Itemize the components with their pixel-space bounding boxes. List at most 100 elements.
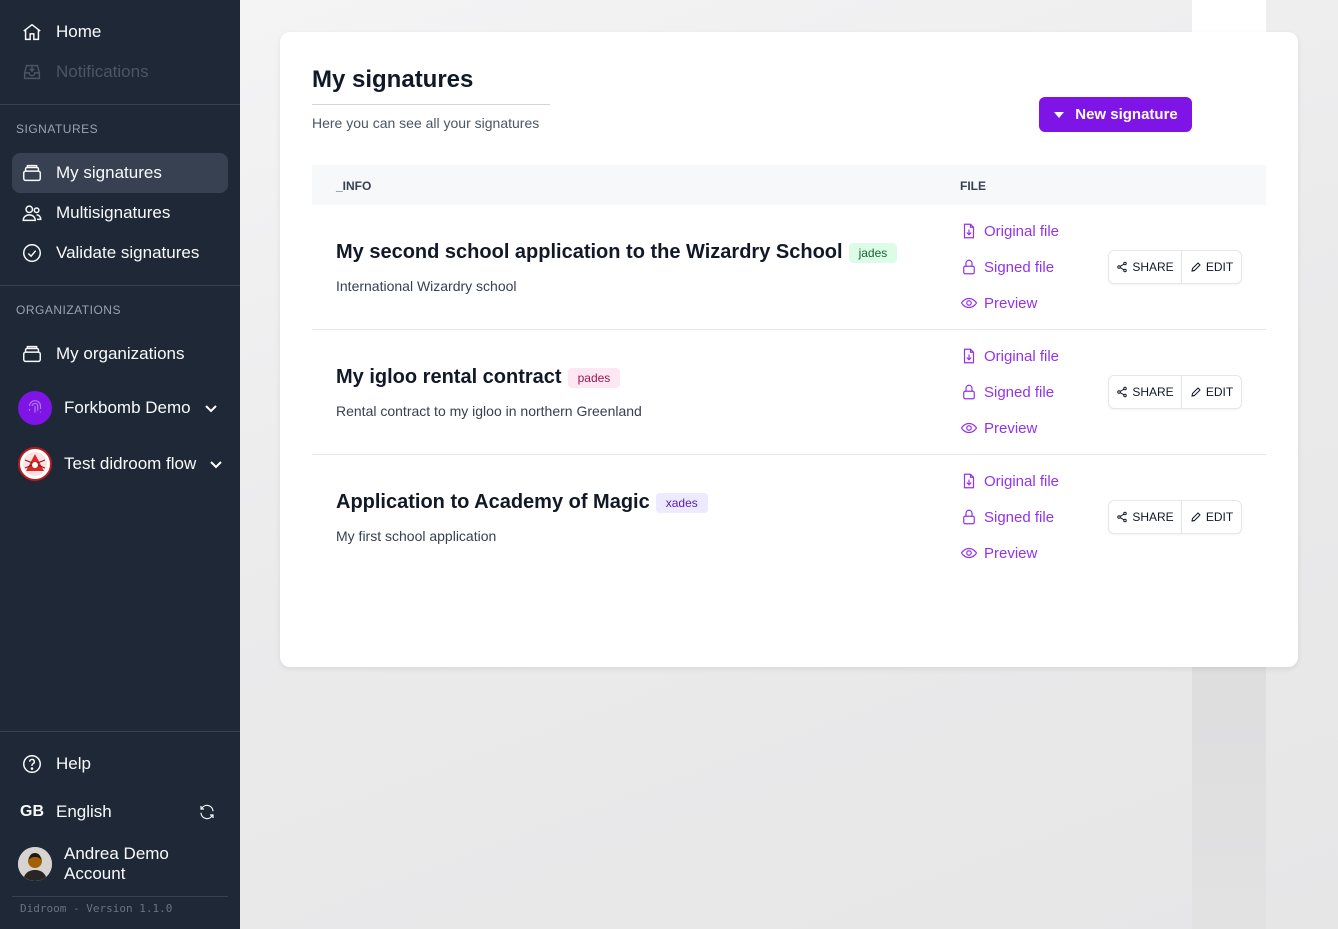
edit-button[interactable]: EDIT xyxy=(1182,501,1241,533)
sidebar-item-my-signatures[interactable]: My signatures xyxy=(12,153,228,193)
signed-file-label: Signed file xyxy=(984,258,1055,276)
table-row: My second school application to the Wiza… xyxy=(312,205,1266,330)
lock-icon xyxy=(963,259,975,275)
preview-link[interactable]: Preview xyxy=(960,544,1037,562)
table-row: My igloo rental contract pades Rental co… xyxy=(312,330,1266,455)
signature-description: Rental contract to my igloo in northern … xyxy=(336,403,642,419)
signed-file-label: Signed file xyxy=(984,383,1055,401)
sidebar-item-multisignatures[interactable]: Multisignatures xyxy=(12,193,228,233)
pencil-icon xyxy=(1191,262,1201,272)
chevron-down-icon[interactable] xyxy=(208,456,224,472)
signature-title-text: Application to Academy of Magic xyxy=(336,491,650,513)
signed-file-link[interactable]: Signed file xyxy=(960,383,1054,401)
signed-file-link[interactable]: Signed file xyxy=(960,508,1054,526)
new-signature-label: New signature xyxy=(1075,106,1178,123)
share-label: SHARE xyxy=(1132,510,1174,524)
sidebar-account[interactable]: Andrea Demo Account xyxy=(18,844,228,884)
new-signature-button[interactable]: New signature xyxy=(1039,97,1192,132)
row-actions: SHARE EDIT xyxy=(1108,500,1242,534)
org-label: Forkbomb Demo xyxy=(64,398,191,417)
sidebar-divider xyxy=(0,731,240,732)
signature-type-badge: xades xyxy=(655,492,708,513)
edit-button[interactable]: EDIT xyxy=(1182,376,1241,408)
chevron-down-icon[interactable] xyxy=(203,400,219,416)
sidebar: Home Notifications SIGNATURES My signatu… xyxy=(0,0,240,929)
original-file-label: Original file xyxy=(984,472,1060,490)
row-actions: SHARE EDIT xyxy=(1108,375,1242,409)
section-header-organizations: ORGANIZATIONS xyxy=(16,303,121,317)
eye-icon xyxy=(960,297,978,309)
check-circle-icon xyxy=(12,233,52,273)
share-button[interactable]: SHARE xyxy=(1109,376,1182,408)
sidebar-divider xyxy=(0,104,240,105)
home-icon xyxy=(12,12,52,52)
original-file-link[interactable]: Original file xyxy=(960,222,1059,240)
sidebar-item-label: Validate signatures xyxy=(56,243,200,262)
sidebar-org-forkbomb-demo[interactable]: Forkbomb Demo xyxy=(18,388,228,428)
sidebar-org-test-didroom-flow[interactable]: Test didroom flow xyxy=(18,444,228,484)
account-name: Andrea Demo Account xyxy=(64,844,169,883)
share-icon xyxy=(1117,511,1128,523)
sidebar-item-help[interactable]: Help xyxy=(12,744,228,784)
language-label: English xyxy=(56,802,112,821)
avatar xyxy=(18,847,52,881)
share-label: SHARE xyxy=(1132,385,1174,399)
original-file-label: Original file xyxy=(984,222,1060,240)
page-title: My signatures xyxy=(312,66,474,93)
sidebar-item-label: My signatures xyxy=(56,163,162,182)
sidebar-item-notifications[interactable]: Notifications xyxy=(12,52,228,92)
column-header-info: _INFO xyxy=(336,179,372,193)
edit-button[interactable]: EDIT xyxy=(1182,251,1241,283)
original-file-link[interactable]: Original file xyxy=(960,472,1059,490)
signature-type-badge: pades xyxy=(567,367,621,388)
signed-file-link[interactable]: Signed file xyxy=(960,258,1054,276)
pencil-icon xyxy=(1191,512,1201,522)
share-icon xyxy=(1117,261,1128,273)
file-download-icon xyxy=(963,473,975,489)
sidebar-divider xyxy=(12,896,228,897)
share-button[interactable]: SHARE xyxy=(1109,251,1182,283)
inbox-icon xyxy=(12,52,52,92)
row-actions: SHARE EDIT xyxy=(1108,250,1242,284)
pencil-icon xyxy=(1191,387,1201,397)
preview-link[interactable]: Preview xyxy=(960,294,1037,312)
preview-label: Preview xyxy=(984,294,1038,312)
table-row: Application to Academy of Magic xades My… xyxy=(312,455,1266,580)
sidebar-item-my-organizations[interactable]: My organizations xyxy=(12,334,228,374)
fingerprint-icon xyxy=(18,391,52,425)
original-file-link[interactable]: Original file xyxy=(960,347,1059,365)
signature-title-text: My igloo rental contract xyxy=(336,366,562,388)
sidebar-divider xyxy=(0,285,240,286)
sidebar-item-home[interactable]: Home xyxy=(12,12,228,52)
section-header-signatures: SIGNATURES xyxy=(16,122,99,136)
sidebar-item-validate-signatures[interactable]: Validate signatures xyxy=(12,233,228,273)
version-label: Didroom - Version 1.1.0 xyxy=(20,902,173,915)
column-header-file: FILE xyxy=(960,179,986,193)
edit-label: EDIT xyxy=(1205,385,1234,399)
org-logo-icon xyxy=(18,447,52,481)
eye-icon xyxy=(960,422,978,434)
refresh-icon[interactable] xyxy=(198,803,216,821)
lock-icon xyxy=(963,509,975,525)
signature-title: My second school application to the Wiza… xyxy=(336,241,898,264)
share-button[interactable]: SHARE xyxy=(1109,501,1182,533)
org-label: Test didroom flow xyxy=(64,454,197,473)
original-file-label: Original file xyxy=(984,347,1060,365)
caret-down-icon xyxy=(1054,111,1065,118)
signature-title: My igloo rental contract pades xyxy=(336,366,621,389)
table-header: _INFO FILE xyxy=(312,165,1266,205)
preview-label: Preview xyxy=(984,419,1038,437)
sidebar-item-language[interactable]: GB English xyxy=(12,792,228,832)
language-code: GB xyxy=(20,803,44,820)
sidebar-item-label: Multisignatures xyxy=(56,203,171,222)
lock-icon xyxy=(963,384,975,400)
signature-description: International Wizardry school xyxy=(336,278,517,294)
signatures-card: My signatures Here you can see all your … xyxy=(280,32,1298,667)
help-icon xyxy=(12,744,52,784)
preview-link[interactable]: Preview xyxy=(960,419,1037,437)
page-subtitle: Here you can see all your signatures xyxy=(312,115,540,131)
sidebar-item-label: Help xyxy=(56,754,91,773)
file-download-icon xyxy=(963,348,975,364)
signature-title-text: My second school application to the Wiza… xyxy=(336,241,843,263)
sidebar-item-label: Notifications xyxy=(56,62,149,81)
